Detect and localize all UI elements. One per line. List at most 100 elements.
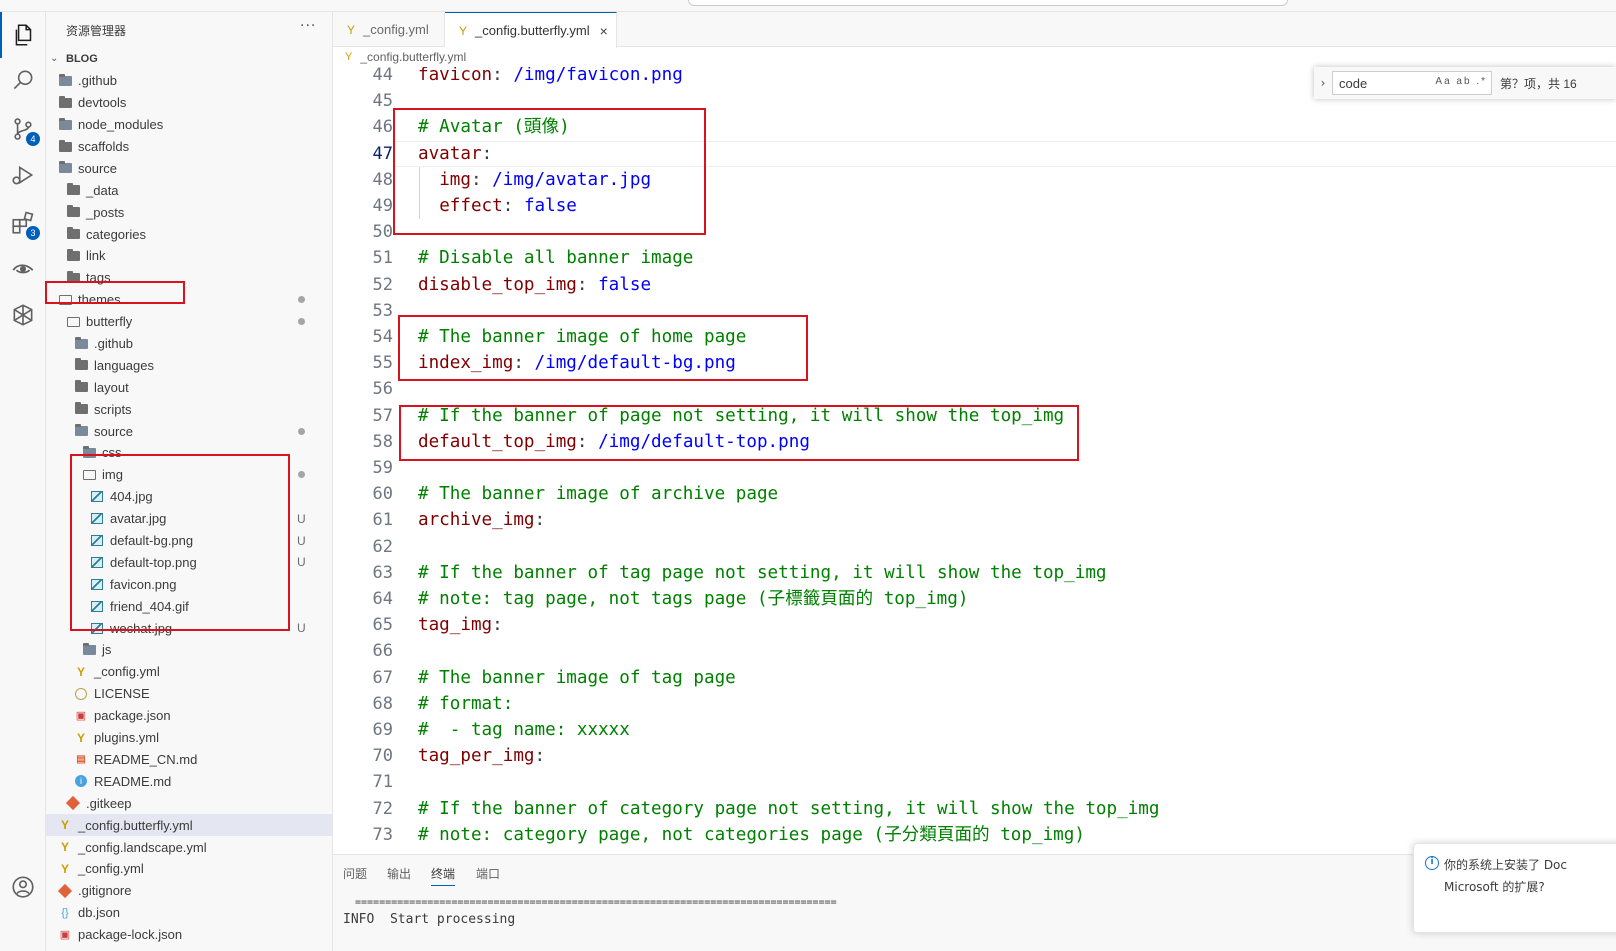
code-line[interactable]: # note: tag page, not tags page (子標籤頁面的 … xyxy=(418,586,968,612)
tree-item[interactable]: favicon.png xyxy=(46,573,332,595)
tree-item[interactable]: LICENSE xyxy=(46,683,332,705)
tree-item[interactable]: ▣ package-lock.json xyxy=(46,924,332,946)
account-icon[interactable] xyxy=(0,864,46,910)
code-line[interactable]: # format: xyxy=(418,691,513,717)
find-match-count: 第？项，共 16 xyxy=(1500,76,1577,91)
code-line[interactable]: # If the banner of tag page not setting,… xyxy=(418,560,1107,586)
tree-item[interactable]: _posts xyxy=(46,201,332,223)
code-token: : xyxy=(502,196,524,216)
line-number: 49 xyxy=(372,196,393,216)
code-token: # The banner image of tag page xyxy=(418,667,736,688)
tree-item[interactable]: avatar.jpg U xyxy=(46,508,332,530)
breadcrumb-file[interactable]: _config.butterfly.yml xyxy=(360,50,466,64)
folder-icon xyxy=(74,358,88,372)
tree-item[interactable]: link xyxy=(46,245,332,267)
command-center[interactable] xyxy=(688,0,1288,6)
notification-toast[interactable]: i 你的系统上安装了 Doc Microsoft 的扩展? xyxy=(1413,843,1616,933)
code-line[interactable]: # Avatar (頭像) xyxy=(418,114,570,140)
code-line[interactable]: # note: category page, not categories pa… xyxy=(418,822,1085,848)
tree-item[interactable]: themes xyxy=(46,289,332,311)
code-line[interactable]: # Disable all banner image xyxy=(418,245,693,271)
tree-item-label: link xyxy=(86,248,106,264)
more-actions-icon[interactable]: ··· xyxy=(300,18,316,34)
tree-item[interactable]: default-bg.png U xyxy=(46,530,332,552)
tree-item[interactable]: _data xyxy=(46,179,332,201)
tree-item[interactable]: .github xyxy=(46,70,332,92)
remote-icon[interactable] xyxy=(0,246,46,292)
code-line[interactable]: index_img: /img/default-bg.png xyxy=(418,350,736,376)
tree-item[interactable]: Y _config.yml xyxy=(46,858,332,880)
find-value: code xyxy=(1339,75,1368,91)
code-line[interactable]: avatar: xyxy=(418,141,492,167)
code-line[interactable]: # The banner image of archive page xyxy=(418,481,778,507)
tab-output[interactable]: 输出 xyxy=(387,865,411,882)
code-line[interactable]: archive_img: xyxy=(418,507,545,533)
tree-item[interactable]: tags xyxy=(46,267,332,289)
tab-terminal[interactable]: 终端 xyxy=(431,865,456,886)
tree-item[interactable]: i README.md xyxy=(46,770,332,792)
run-debug-icon[interactable] xyxy=(0,152,46,198)
tree-item[interactable]: css xyxy=(46,442,332,464)
tree-item-label: package-lock.json xyxy=(78,927,183,943)
tree-item[interactable]: categories xyxy=(46,223,332,245)
tree-item[interactable]: Yplugins.yml xyxy=(46,727,332,749)
code-line[interactable]: img: /img/avatar.jpg xyxy=(418,167,651,193)
tab-ports[interactable]: 端口 xyxy=(476,865,500,882)
workspace-root-label: BLOG xyxy=(66,52,98,65)
code-line[interactable]: tag_per_img: xyxy=(418,743,545,769)
code-line[interactable]: # The banner image of tag page xyxy=(418,665,736,691)
code-line[interactable]: effect: false xyxy=(418,193,577,219)
find-input[interactable]: code Aa ab .* xyxy=(1332,71,1492,95)
tab-config-butterfly-yml[interactable]: Y _config.butterfly.yml × xyxy=(445,12,617,48)
tree-item[interactable]: .gitkeep xyxy=(46,792,332,814)
workspace-root[interactable]: ⌄ BLOG xyxy=(46,48,332,70)
tree-item[interactable]: .github xyxy=(46,333,332,355)
tree-item[interactable]: scaffolds xyxy=(46,136,332,158)
close-icon[interactable]: × xyxy=(600,23,608,39)
code-line[interactable]: # The banner image of home page xyxy=(418,324,746,350)
tree-item[interactable]: source xyxy=(46,157,332,179)
tree-item[interactable]: butterfly xyxy=(46,311,332,333)
tree-item[interactable]: Y _config.yml xyxy=(46,661,332,683)
code-line[interactable]: default_top_img: /img/default-top.png xyxy=(418,429,810,455)
tab-config-yml[interactable]: Y _config.yml xyxy=(333,12,445,47)
tree-item[interactable]: languages xyxy=(46,354,332,376)
find-options[interactable]: Aa ab .* xyxy=(1435,76,1487,87)
code-line[interactable]: # If the banner of category page not set… xyxy=(418,796,1159,822)
tree-item[interactable]: ▣ package.json xyxy=(46,705,332,727)
code-editor[interactable]: 44 favicon: /img/favicon.png 45 46 # Avatar … xyxy=(333,67,1616,854)
tree-item[interactable]: .gitignore xyxy=(46,880,332,902)
search-icon[interactable] xyxy=(0,58,46,104)
code-line[interactable]: # If the banner of page not setting, it … xyxy=(418,403,1064,429)
tree-item[interactable]: scripts xyxy=(46,398,332,420)
tree-item[interactable]: layout xyxy=(46,376,332,398)
tree-item-label: css xyxy=(102,445,122,461)
code-line[interactable]: favicon: /img/favicon.png xyxy=(418,67,683,88)
tree-item[interactable]: Y _config.butterfly.yml xyxy=(46,814,332,837)
tree-item[interactable]: source xyxy=(46,420,332,442)
tree-item[interactable]: js xyxy=(46,639,332,661)
code-line[interactable]: disable_top_img: false xyxy=(418,272,651,298)
tree-item[interactable]: img xyxy=(46,464,332,486)
tree-item[interactable]: friend_404.gif xyxy=(46,595,332,617)
code-token: # note: category page, not categories pa… xyxy=(418,824,1085,845)
extensions-icon[interactable]: 3 xyxy=(0,200,46,246)
json-braces-icon: {} xyxy=(61,906,69,919)
source-control-icon[interactable]: 4 xyxy=(0,106,46,152)
tree-item[interactable]: {} db.json xyxy=(46,902,332,924)
tree-item[interactable]: wechat.jpg U xyxy=(46,617,332,639)
tab-problems[interactable]: 问题 xyxy=(343,865,367,882)
tree-item[interactable]: ▤ README_CN.md xyxy=(46,749,332,771)
tree-item[interactable]: node_modules xyxy=(46,114,332,136)
image-icon xyxy=(90,599,104,613)
explorer-icon[interactable] xyxy=(0,12,46,58)
deploy-icon[interactable] xyxy=(0,292,46,338)
tree-item[interactable]: 404.jpg xyxy=(46,486,332,508)
tree-item[interactable]: Y _config.landscape.yml xyxy=(46,836,332,858)
code-line[interactable]: tag_img: xyxy=(418,612,503,638)
folder-special-icon xyxy=(74,336,88,351)
chevron-right-icon[interactable]: › xyxy=(1314,76,1332,90)
tree-item[interactable]: devtools xyxy=(46,92,332,114)
tree-item[interactable]: default-top.png U xyxy=(46,551,332,573)
code-line[interactable]: # - tag name: xxxxx xyxy=(418,717,630,743)
